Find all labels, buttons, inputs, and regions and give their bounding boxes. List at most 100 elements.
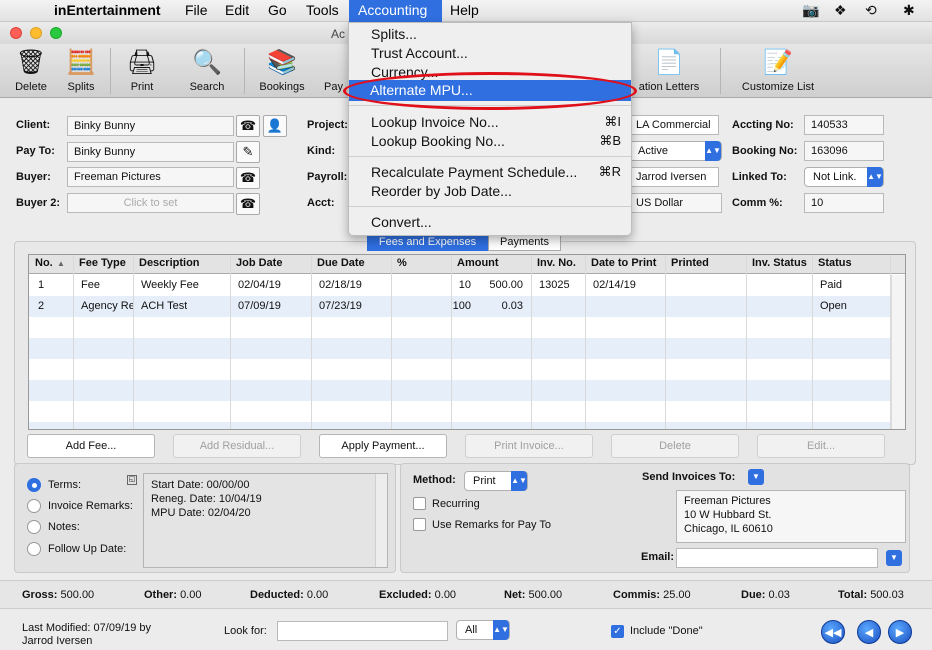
comm-field[interactable]: 10 bbox=[804, 193, 884, 213]
email-dropdown-icon[interactable]: ▼ bbox=[886, 550, 902, 566]
column-divider bbox=[73, 255, 74, 429]
dropbox-icon[interactable]: ❖ bbox=[834, 2, 847, 19]
table-row[interactable]: 2 Agency Re ACH Test 07/09/19 07/23/19 1… bbox=[29, 296, 891, 317]
accounting-menu: Splits... Trust Account... Currency... L… bbox=[348, 22, 632, 236]
tab-payments[interactable]: Payments bbox=[488, 234, 561, 251]
menu-item-trust-account[interactable]: Trust Account... bbox=[371, 45, 468, 61]
previous-record-icon[interactable]: ◀ bbox=[857, 620, 881, 644]
add-residual-button[interactable]: Add Residual... bbox=[173, 434, 301, 458]
column-divider bbox=[812, 255, 813, 429]
letters-tool[interactable]: 📄 ation Letters bbox=[632, 44, 706, 98]
print-invoice-button[interactable]: Print Invoice... bbox=[465, 434, 593, 458]
menu-go[interactable]: Go bbox=[268, 2, 287, 18]
calculator-icon: 🧮 bbox=[66, 49, 96, 76]
terms-text[interactable]: Start Date: 00/00/00 Reneg. Date: 10/04/1… bbox=[143, 473, 388, 568]
close-icon[interactable] bbox=[10, 27, 22, 39]
menu-accounting[interactable]: Accounting bbox=[358, 2, 427, 18]
table-row[interactable] bbox=[29, 401, 891, 422]
fax-icon[interactable]: ☎ bbox=[236, 167, 260, 189]
search-tool[interactable]: 🔍 Search bbox=[182, 44, 232, 98]
column-header[interactable]: Job Date bbox=[236, 257, 282, 269]
apply-payment-button[interactable]: Apply Payment... bbox=[319, 434, 447, 458]
buyer-field[interactable]: Freeman Pictures bbox=[67, 167, 234, 187]
column-header[interactable]: Printed bbox=[671, 257, 709, 269]
menu-item-splits[interactable]: Splits... bbox=[371, 26, 417, 42]
bluetooth-icon[interactable]: ✱ bbox=[903, 2, 915, 19]
project-field[interactable]: LA Commercial bbox=[629, 115, 719, 135]
filter-select[interactable]: All ▲▼ bbox=[456, 620, 510, 640]
table-row[interactable] bbox=[29, 338, 891, 359]
terms-radio[interactable] bbox=[27, 478, 41, 492]
menu-item-lookup-invoice[interactable]: Lookup Invoice No... bbox=[371, 114, 499, 130]
camera-icon[interactable]: 📷 bbox=[802, 2, 819, 19]
column-header[interactable]: Due Date bbox=[317, 257, 365, 269]
fax-icon[interactable]: ☎ bbox=[236, 115, 260, 137]
terms-scrollbar[interactable] bbox=[375, 474, 387, 567]
expand-icon[interactable]: ◱ bbox=[127, 475, 137, 485]
column-header[interactable]: Inv. Status bbox=[752, 257, 807, 269]
acct-field[interactable]: US Dollar bbox=[629, 193, 722, 213]
buyer2-field[interactable]: Click to set bbox=[67, 193, 234, 213]
menu-item-reorder[interactable]: Reorder by Job Date... bbox=[371, 183, 512, 199]
splits-tool[interactable]: 🧮 Splits bbox=[58, 44, 104, 98]
menu-help[interactable]: Help bbox=[450, 2, 479, 18]
booking-label: Booking No: bbox=[732, 145, 798, 157]
send-to-dropdown-icon[interactable]: ▼ bbox=[748, 469, 764, 485]
notes-radio[interactable] bbox=[27, 520, 41, 534]
grand-total: Total: 500.03 bbox=[838, 589, 904, 601]
zoom-icon[interactable] bbox=[50, 27, 62, 39]
payto-field[interactable]: Binky Bunny bbox=[67, 142, 234, 162]
next-record-icon[interactable]: ▶ bbox=[888, 620, 912, 644]
column-header[interactable]: Date to Print bbox=[591, 257, 656, 269]
menu-edit[interactable]: Edit bbox=[225, 2, 249, 18]
table-scrollbar[interactable] bbox=[891, 275, 905, 429]
use-remarks-checkbox[interactable] bbox=[413, 518, 426, 531]
minimize-icon[interactable] bbox=[30, 27, 42, 39]
include-done-checkbox[interactable]: ✓ bbox=[611, 625, 624, 638]
edit-fee-button[interactable]: Edit... bbox=[757, 434, 885, 458]
letter-icon: 📄 bbox=[654, 49, 684, 76]
linked-select[interactable]: Not Link. ▲▼ bbox=[804, 167, 884, 187]
column-header[interactable]: No. bbox=[35, 257, 53, 269]
table-row[interactable] bbox=[29, 359, 891, 380]
tab-fees-expenses[interactable]: Fees and Expenses bbox=[367, 234, 488, 251]
delete-fee-button[interactable]: Delete bbox=[611, 434, 739, 458]
column-header[interactable]: Amount bbox=[457, 257, 499, 269]
payroll-field[interactable]: Jarrod Iversen bbox=[629, 167, 719, 187]
look-for-input[interactable] bbox=[277, 621, 448, 641]
method-select[interactable]: Print ▲▼ bbox=[464, 471, 528, 491]
menu-item-recalculate[interactable]: Recalculate Payment Schedule... bbox=[371, 164, 577, 180]
address-box[interactable]: Freeman Pictures 10 W Hubbard St. Chicago,… bbox=[676, 490, 906, 543]
menu-item-convert[interactable]: Convert... bbox=[371, 214, 432, 230]
table-row[interactable] bbox=[29, 380, 891, 401]
delete-tool[interactable]: 🗑 Delete bbox=[6, 44, 56, 98]
invoice-remarks-radio[interactable] bbox=[27, 499, 41, 513]
person-photo-icon[interactable]: 👤 bbox=[263, 115, 287, 137]
column-header[interactable]: Inv. No. bbox=[537, 257, 576, 269]
fees-table[interactable]: No. ▲ Fee Type Description Job Date Due … bbox=[28, 254, 906, 430]
first-record-icon[interactable]: ◀◀ bbox=[821, 620, 845, 644]
fax-icon[interactable]: ☎ bbox=[236, 193, 260, 215]
recurring-checkbox[interactable] bbox=[413, 497, 426, 510]
table-row[interactable]: 1 Fee Weekly Fee 02/04/19 02/18/19 10 50… bbox=[29, 275, 891, 296]
client-field[interactable]: Binky Bunny bbox=[67, 116, 234, 136]
table-row[interactable] bbox=[29, 422, 891, 429]
time-machine-icon[interactable]: ⟲ bbox=[865, 2, 877, 19]
customize-list-tool[interactable]: 📝 Customize List bbox=[736, 44, 820, 98]
print-tool[interactable]: 🖨 Print bbox=[118, 44, 166, 98]
column-header[interactable]: Description bbox=[139, 257, 200, 269]
bookings-tool[interactable]: 📚 Bookings bbox=[254, 44, 310, 98]
app-name-menu[interactable]: inEntertainment bbox=[54, 2, 161, 18]
kind-select[interactable]: Active ▲▼ bbox=[629, 141, 722, 161]
column-header[interactable]: Fee Type bbox=[79, 257, 126, 269]
column-header[interactable]: % bbox=[397, 257, 407, 269]
email-field[interactable] bbox=[676, 548, 878, 568]
column-header[interactable]: Status bbox=[818, 257, 852, 269]
menu-tools[interactable]: Tools bbox=[306, 2, 339, 18]
menu-item-lookup-booking[interactable]: Lookup Booking No... bbox=[371, 133, 505, 149]
follow-up-radio[interactable] bbox=[27, 542, 41, 556]
pencil-icon[interactable]: ✎ bbox=[236, 141, 260, 163]
menu-file[interactable]: File bbox=[185, 2, 208, 18]
add-fee-button[interactable]: Add Fee... bbox=[27, 434, 155, 458]
table-row[interactable] bbox=[29, 317, 891, 338]
